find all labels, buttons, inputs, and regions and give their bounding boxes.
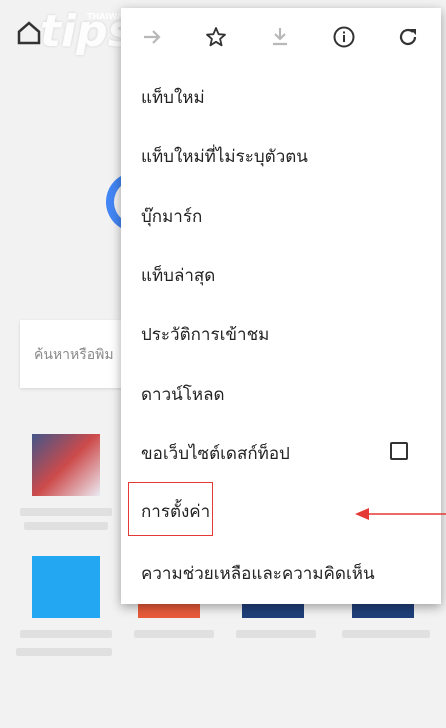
shortcut-tile-2[interactable] [32,556,100,618]
search-placeholder: ค้นหาหรือพิม [34,347,114,363]
forward-arrow-icon[interactable] [139,24,165,50]
pointer-arrow-icon [355,508,446,520]
shortcut-label-4 [236,630,316,638]
shortcut-label-2 [20,630,112,638]
info-icon[interactable] [331,24,357,50]
menu-item-help-feedback[interactable]: ความช่วยเหลือและความคิดเห็น [141,562,421,586]
menu-item-downloads[interactable]: ดาวน์โหลด [141,383,421,407]
desktop-site-checkbox[interactable] [390,442,408,460]
shortcut-tile-3[interactable] [138,604,200,618]
shortcut-label-2b [16,648,112,656]
shortcut-tile-1[interactable] [32,434,100,496]
refresh-icon[interactable] [395,24,421,50]
overflow-menu: แท็บใหม่ แท็บใหม่ที่ไม่ระบุตัวตน บุ๊กมาร… [121,8,446,604]
download-icon[interactable] [267,24,293,50]
menu-item-bookmarks[interactable]: บุ๊กมาร์ก [141,205,421,229]
shortcut-label-1 [20,508,112,516]
menu-item-desktop-site[interactable]: ขอเว็บไซต์เดสก์ท็อป [141,442,421,466]
settings-highlight-box [128,482,213,536]
shortcut-tile-5[interactable] [352,604,414,618]
star-icon[interactable] [203,24,229,50]
shortcut-label-1b [24,522,108,530]
shortcut-label-3 [134,630,214,638]
shortcut-tile-4[interactable] [242,604,304,618]
menu-item-recent-tabs[interactable]: แท็บล่าสุด [141,264,421,288]
menu-item-new-tab[interactable]: แท็บใหม่ [141,86,421,110]
menu-item-history[interactable]: ประวัติการเข้าชม [141,323,421,347]
menu-item-incognito-tab[interactable]: แท็บใหม่ที่ไม่ระบุตัวตน [141,145,421,169]
shortcut-label-5 [342,630,430,638]
menu-icon-row [121,8,441,66]
